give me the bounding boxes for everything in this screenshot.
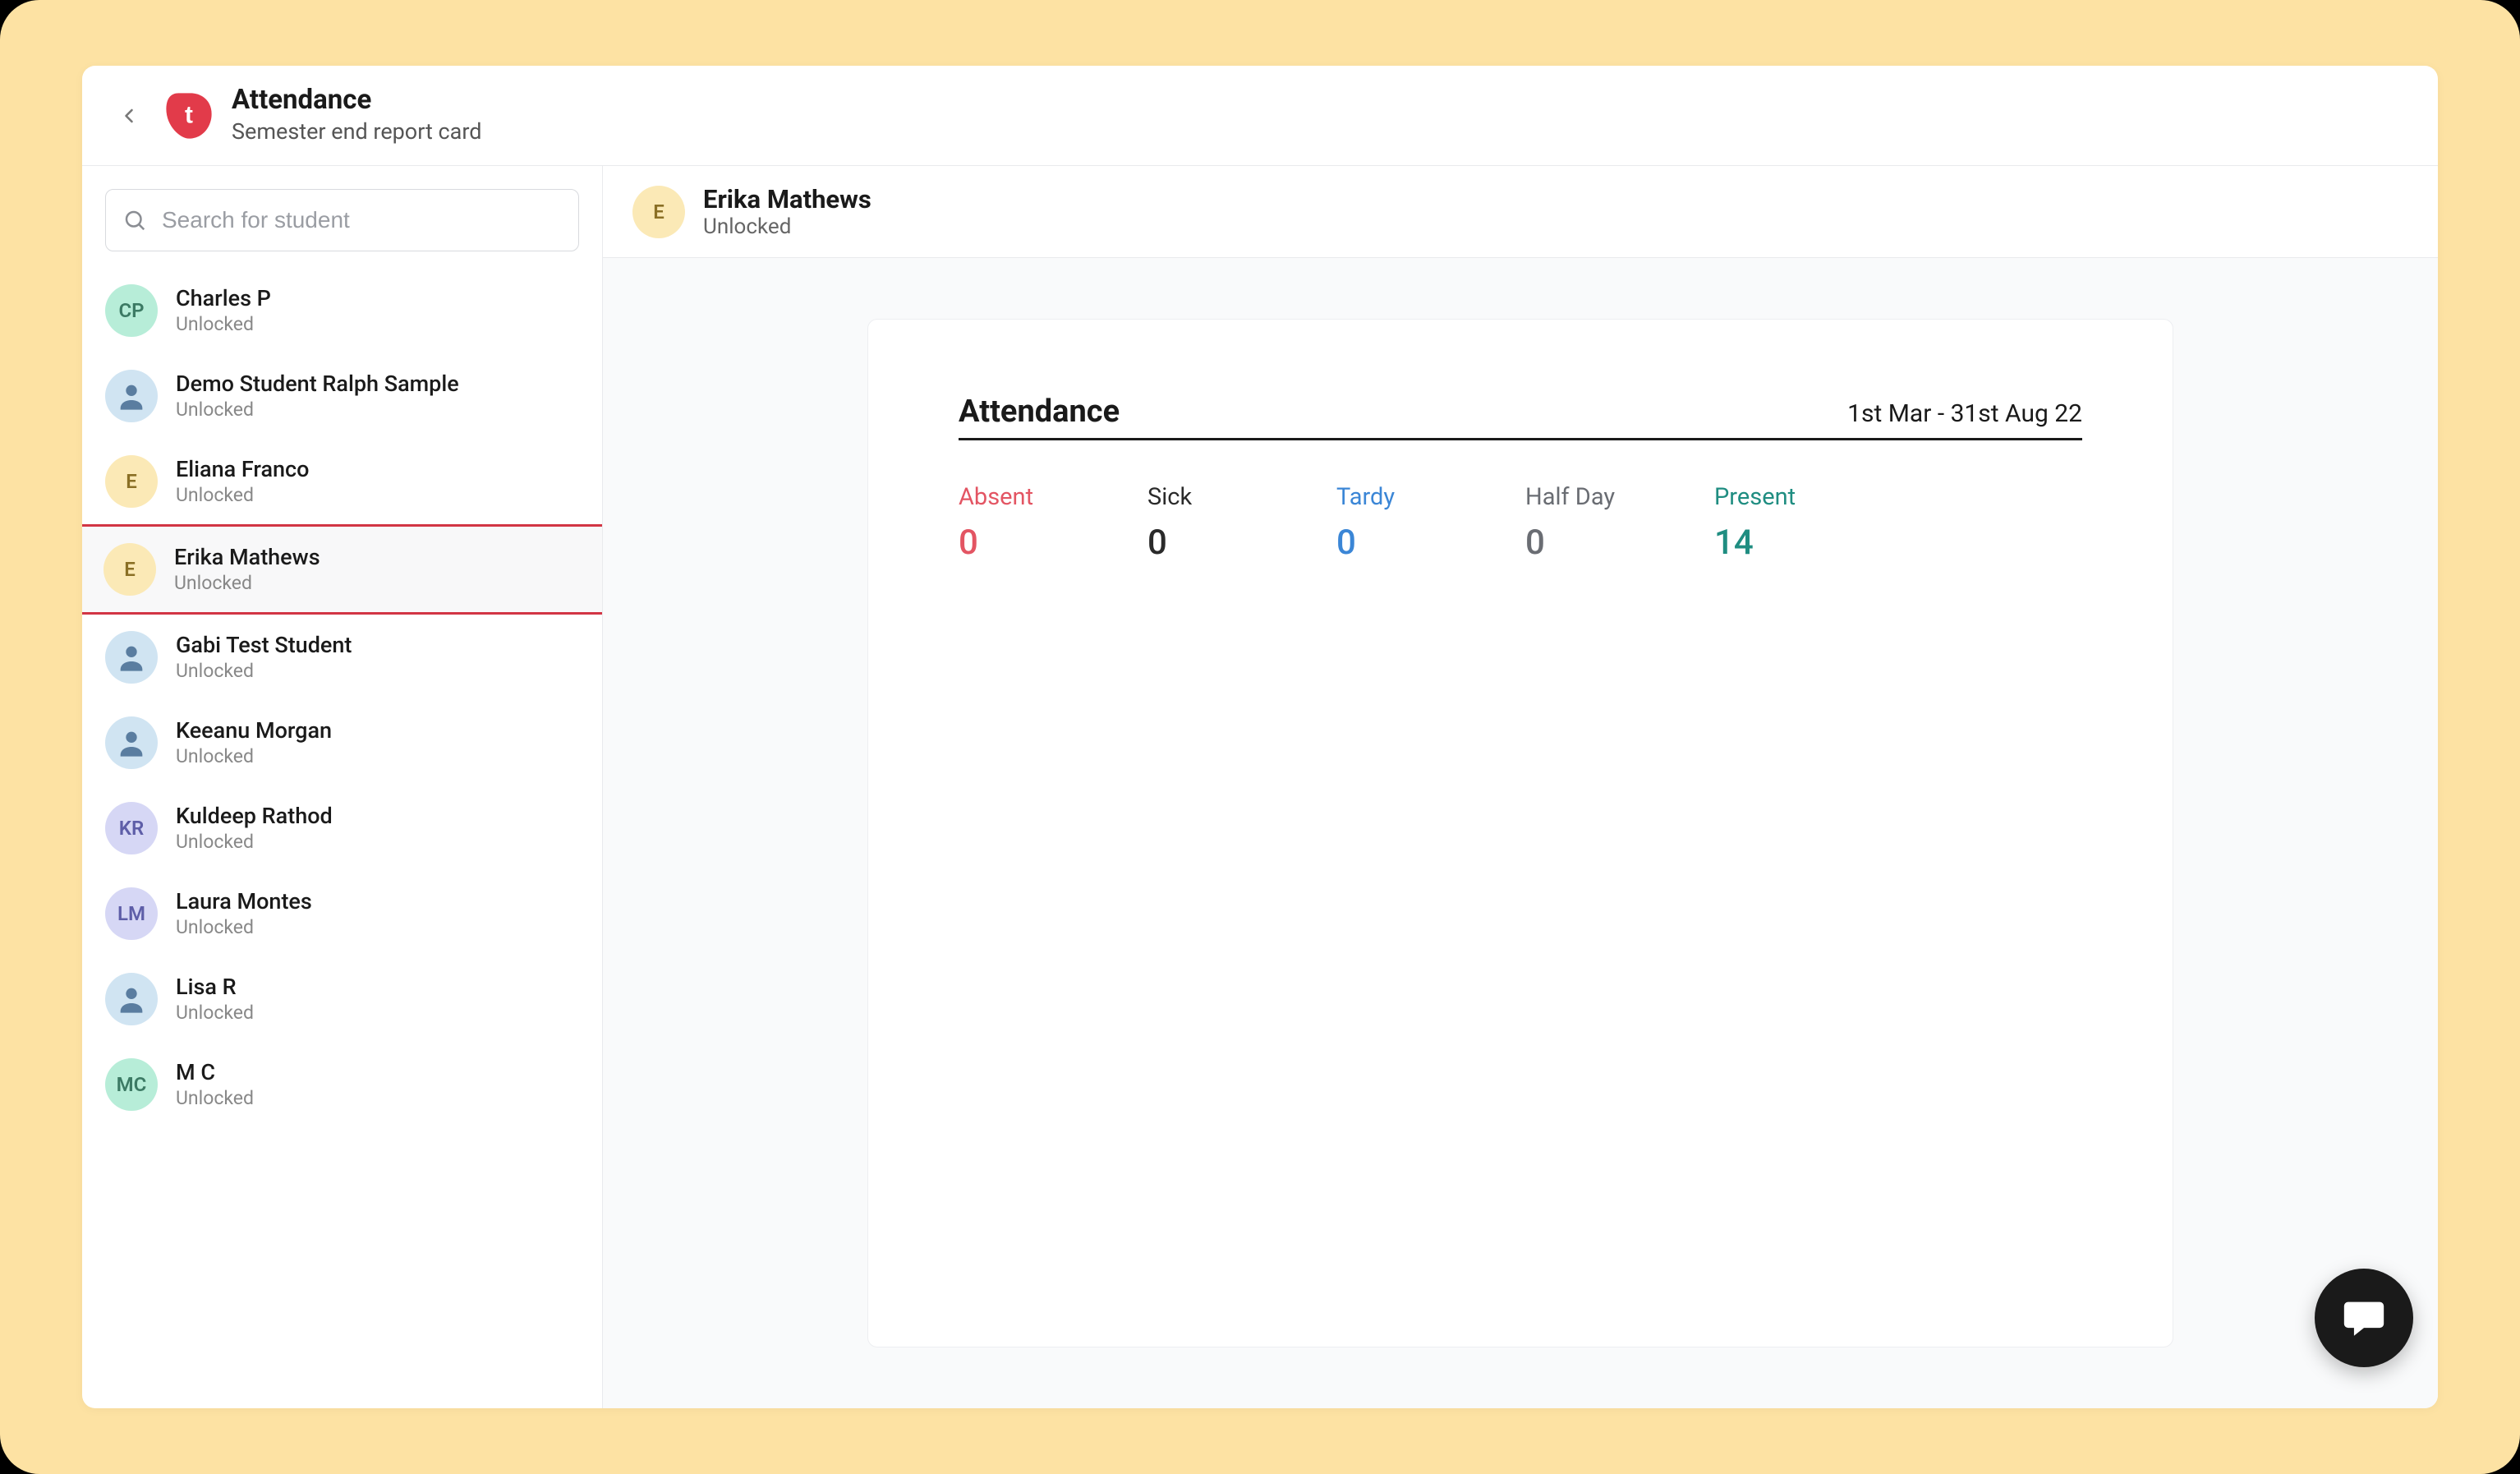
selected-student-avatar: E — [632, 186, 685, 238]
stat-absent: Absent 0 — [959, 483, 1057, 563]
selected-student-status: Unlocked — [703, 214, 871, 239]
student-avatar: KR — [105, 802, 158, 854]
student-info: M CUnlocked — [176, 1059, 254, 1112]
header-text: Attendance Semester end report card — [232, 84, 482, 147]
attendance-stats-row: Absent 0 Sick 0 Tardy 0 — [959, 440, 2082, 563]
stat-tardy-label: Tardy — [1336, 483, 1435, 511]
student-name: Charles P — [176, 285, 271, 313]
app-body: CPCharles PUnlockedDemo Student Ralph Sa… — [82, 166, 2438, 1408]
student-avatar: LM — [105, 887, 158, 940]
student-avatar: MC — [105, 1058, 158, 1111]
student-row[interactable]: Demo Student Ralph SampleUnlocked — [82, 353, 602, 439]
stat-absent-value: 0 — [959, 523, 1057, 563]
stat-present-label: Present — [1714, 483, 1813, 511]
app-window: t Attendance Semester end report card CP… — [82, 66, 2438, 1408]
student-info: Keeanu MorganUnlocked — [176, 717, 332, 770]
search-icon — [122, 208, 147, 233]
student-avatar — [105, 973, 158, 1025]
search-input[interactable] — [162, 207, 562, 233]
student-name: Demo Student Ralph Sample — [176, 371, 459, 398]
chat-button[interactable] — [2315, 1269, 2413, 1367]
student-row[interactable]: E Eliana FrancoUnlocked — [82, 439, 602, 524]
student-info: Gabi Test StudentUnlocked — [176, 632, 352, 684]
student-avatar — [105, 370, 158, 422]
student-status: Unlocked — [176, 915, 312, 940]
stat-sick-label: Sick — [1147, 483, 1246, 511]
student-name: Gabi Test Student — [176, 632, 352, 660]
student-info: Kuldeep RathodUnlocked — [176, 803, 333, 855]
stat-tardy-value: 0 — [1336, 523, 1435, 563]
student-name: Eliana Franco — [176, 456, 309, 484]
student-name: Lisa R — [176, 974, 254, 1002]
student-info: Demo Student Ralph SampleUnlocked — [176, 371, 459, 423]
screenshot-frame: t Attendance Semester end report card CP… — [0, 0, 2520, 1474]
student-info: Laura MontesUnlocked — [176, 888, 312, 941]
student-row[interactable]: LM Laura MontesUnlocked — [82, 871, 602, 956]
stat-halfday: Half Day 0 — [1525, 483, 1624, 563]
stat-sick: Sick 0 — [1147, 483, 1246, 563]
student-info: Erika MathewsUnlocked — [174, 544, 320, 597]
attendance-card: Attendance 1st Mar - 31st Aug 22 Absent … — [867, 319, 2173, 1347]
student-status: Unlocked — [176, 1001, 254, 1025]
attendance-card-title: Attendance — [959, 394, 1120, 430]
stat-present: Present 14 — [1714, 483, 1813, 563]
stat-tardy: Tardy 0 — [1336, 483, 1435, 563]
page-subtitle: Semester end report card — [232, 117, 482, 148]
stat-absent-label: Absent — [959, 483, 1057, 511]
student-name: Laura Montes — [176, 888, 312, 916]
student-avatar — [105, 631, 158, 684]
student-avatar: E — [103, 543, 156, 596]
app-logo: t — [161, 88, 217, 144]
selected-student-info: Erika Mathews Unlocked — [703, 184, 871, 239]
selected-student-name: Erika Mathews — [703, 184, 871, 214]
stat-halfday-value: 0 — [1525, 523, 1624, 563]
student-avatar: E — [105, 455, 158, 508]
student-row[interactable]: CP Charles PUnlocked — [82, 268, 602, 353]
app-header: t Attendance Semester end report card — [82, 66, 2438, 166]
chat-icon — [2340, 1294, 2388, 1342]
student-info: Charles PUnlocked — [176, 285, 271, 338]
search-box[interactable] — [105, 189, 579, 251]
content-area: Attendance 1st Mar - 31st Aug 22 Absent … — [603, 258, 2438, 1408]
attendance-card-header: Attendance 1st Mar - 31st Aug 22 — [959, 394, 2082, 440]
stat-halfday-label: Half Day — [1525, 483, 1624, 511]
student-status: Unlocked — [176, 830, 333, 854]
student-name: Erika Mathews — [174, 544, 320, 572]
student-status: Unlocked — [176, 312, 271, 337]
student-name: Kuldeep Rathod — [176, 803, 333, 831]
student-row[interactable]: Lisa RUnlocked — [82, 956, 602, 1042]
stat-present-value: 14 — [1714, 523, 1813, 563]
student-name: M C — [176, 1059, 254, 1087]
student-row[interactable]: Keeanu MorganUnlocked — [82, 700, 602, 785]
student-sidebar: CPCharles PUnlockedDemo Student Ralph Sa… — [82, 166, 603, 1408]
student-status: Unlocked — [176, 483, 309, 508]
student-name: Keeanu Morgan — [176, 717, 332, 745]
main-panel: E Erika Mathews Unlocked Attendance 1st … — [603, 166, 2438, 1408]
student-status: Unlocked — [176, 659, 352, 684]
student-info: Lisa RUnlocked — [176, 974, 254, 1026]
student-row[interactable]: E Erika MathewsUnlocked — [82, 527, 602, 612]
student-info: Eliana FrancoUnlocked — [176, 456, 309, 509]
student-status: Unlocked — [174, 571, 320, 596]
logo-icon: t — [161, 88, 217, 144]
student-row[interactable]: MC M CUnlocked — [82, 1042, 602, 1127]
student-list[interactable]: CPCharles PUnlockedDemo Student Ralph Sa… — [82, 261, 602, 1408]
student-row[interactable]: KR Kuldeep RathodUnlocked — [82, 785, 602, 871]
student-status: Unlocked — [176, 398, 459, 422]
selected-student-header: E Erika Mathews Unlocked — [603, 166, 2438, 258]
page-title: Attendance — [232, 84, 482, 117]
stat-sick-value: 0 — [1147, 523, 1246, 563]
student-avatar: CP — [105, 284, 158, 337]
search-wrap — [82, 189, 602, 261]
student-status: Unlocked — [176, 1086, 254, 1111]
back-button[interactable] — [112, 99, 146, 133]
attendance-date-range: 1st Mar - 31st Aug 22 — [1847, 399, 2082, 428]
student-status: Unlocked — [176, 744, 332, 769]
selected-student-highlight: E Erika MathewsUnlocked — [82, 524, 602, 615]
student-avatar — [105, 716, 158, 769]
chevron-left-icon — [117, 104, 140, 127]
svg-text:t: t — [185, 101, 193, 128]
student-row[interactable]: Gabi Test StudentUnlocked — [82, 615, 602, 700]
